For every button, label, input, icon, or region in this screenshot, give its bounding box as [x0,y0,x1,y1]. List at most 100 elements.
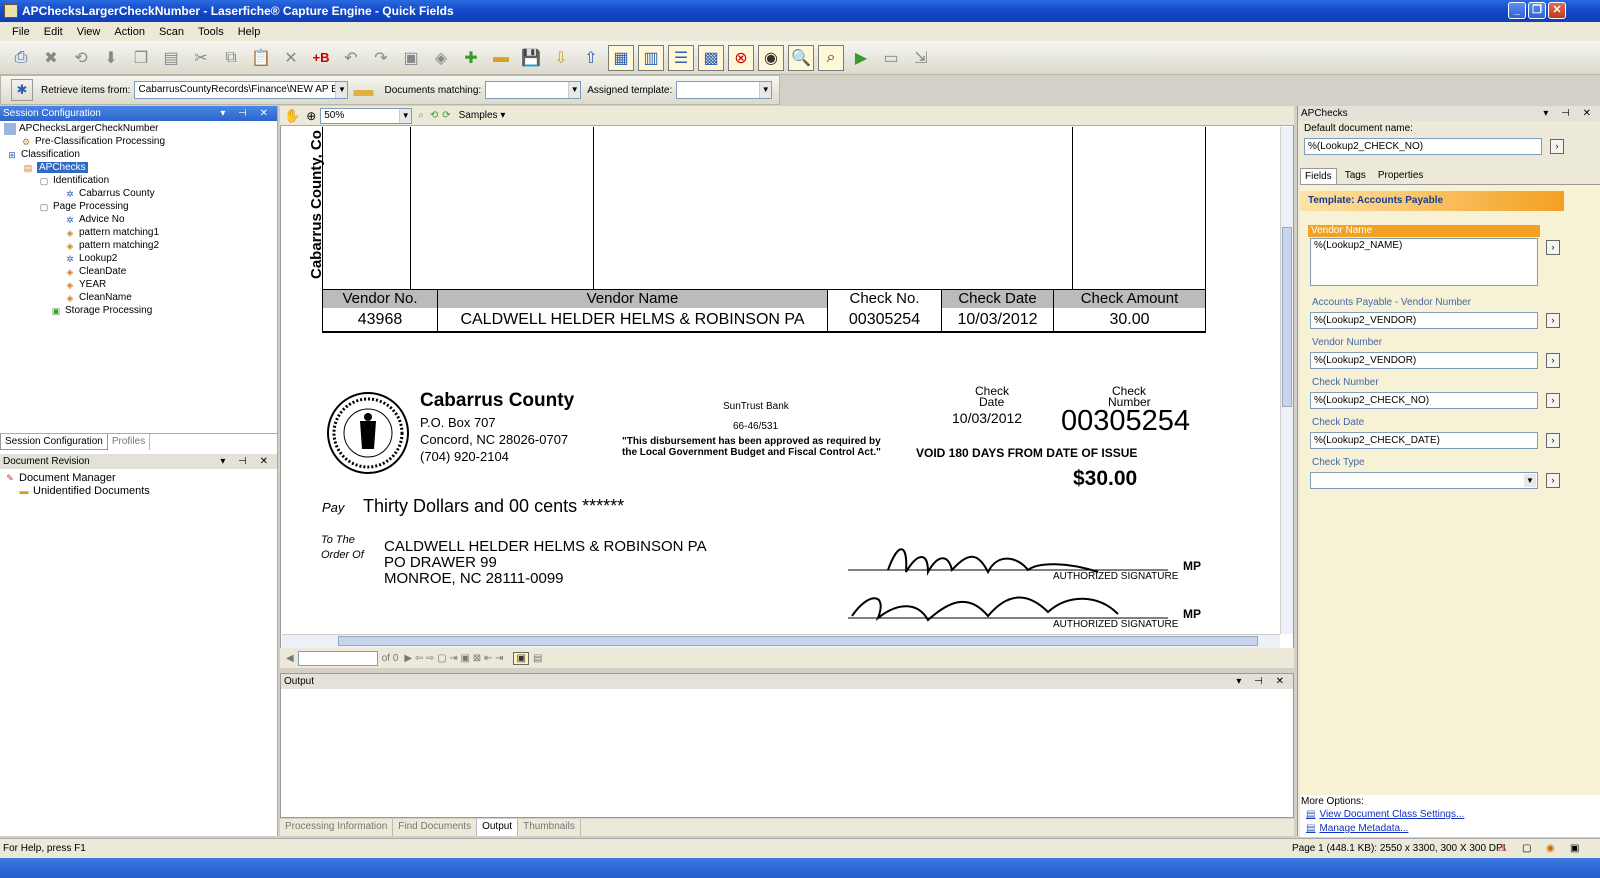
find-icon[interactable]: ⌕ [818,44,844,71]
zoom-fit-icon[interactable]: ⌕ [418,110,424,121]
zoom-combo[interactable]: 50% ▼ [320,107,413,124]
new-session-icon[interactable]: ✚ [458,45,484,71]
field-token-button[interactable]: › [1546,393,1560,408]
download-icon[interactable]: ⇩ [548,45,574,71]
panel-controls[interactable]: ▾ ⊣ ✕ [1543,106,1596,121]
chevron-down-icon[interactable]: ▼ [759,82,772,98]
insert-icon[interactable]: ⬇ [98,45,124,71]
menu-help[interactable]: Help [238,26,261,38]
scan-icon[interactable]: ⎙ [8,45,34,71]
split-icon[interactable]: ▤ [158,45,184,71]
chevron-down-icon[interactable]: ▼ [335,82,348,98]
tree-node-advice-no[interactable]: ✲ Advice No [64,213,124,226]
field-token-button[interactable]: › [1546,473,1560,488]
rotate-icon[interactable]: ⟲ [68,45,94,71]
menu-scan[interactable]: Scan [159,26,184,38]
tree-node-cabarrus[interactable]: ✲ Cabarrus County [64,187,154,200]
vertical-scrollbar[interactable] [1280,127,1293,634]
list-view-icon[interactable]: ▦ [608,44,634,71]
zoom-icon[interactable]: ⊕ [306,109,316,123]
field-check-date-input[interactable]: %(Lookup2_CHECK_DATE) [1310,432,1538,449]
assigned-template-combo[interactable]: ▼ [676,81,773,99]
copy-icon[interactable]: ⧉ [218,45,244,71]
tab-tags[interactable]: Tags [1337,168,1374,184]
delete-icon[interactable]: ✖ [38,45,64,71]
field-token-button[interactable]: › [1546,240,1560,255]
chevron-down-icon[interactable]: ▼ [1524,474,1536,487]
samples-menu[interactable]: Samples ▾ [459,110,506,121]
open-folder-icon[interactable]: ▬ [488,45,514,71]
tree-node-identification[interactable]: ▢ Identification [38,174,109,187]
strike-icon[interactable]: +B [308,45,334,71]
search-icon[interactable]: 🔍 [788,44,814,71]
retrieve-combo[interactable]: CabarrusCountyRecords\Finance\NEW AP Bat… [134,81,349,99]
hand-tool-icon[interactable]: ✋ [284,108,300,124]
panel-controls[interactable]: ▾ ⊣ ✕ [1236,674,1289,689]
tree-node-unidentified[interactable]: ▬ Unidentified Documents [18,484,150,497]
tree-node-pm1[interactable]: ◈ pattern matching1 [64,226,160,239]
next-page-icon[interactable]: ▶ ⇦ ⇨ ▢ ⇥ ▣ ⊠ ⇤ ⇥ [404,653,503,664]
field-token-button[interactable]: › [1546,433,1560,448]
field-ap-vendor-number-input[interactable]: %(Lookup2_VENDOR) [1310,312,1538,329]
tab-processing-information[interactable]: Processing Information [280,819,394,836]
default-doc-token-button[interactable]: › [1550,139,1564,154]
tree-node-document-manager[interactable]: ✎ Document Manager [4,471,115,484]
monitor-icon[interactable]: ▭ [878,45,904,71]
page-view-icon[interactable]: ▣ [513,651,529,665]
tree-node-cleanname[interactable]: ◈ CleanName [64,291,132,304]
grid-icon[interactable]: ▩ [698,44,724,71]
field-check-type-select[interactable]: ▼ [1310,472,1538,489]
menu-action[interactable]: Action [114,26,145,38]
redo-icon[interactable]: ↷ [368,45,394,71]
menu-file[interactable]: File [12,26,30,38]
stop-icon[interactable]: ⊗ [728,44,754,71]
restore-button[interactable]: ❐ [1528,2,1546,19]
menu-tools[interactable]: Tools [198,26,224,38]
manage-metadata-link[interactable]: ▤ Manage Metadata... [1306,823,1408,834]
run-icon[interactable]: ▶ [848,45,874,71]
tree-node-apchecks[interactable]: ▤ APChecks [22,161,88,174]
tree-node-root[interactable]: APChecksLargerCheckNumber [4,122,159,135]
panel-controls[interactable]: ▾ ⊣ ✕ [220,106,273,121]
minimize-button[interactable]: _ [1508,2,1526,19]
paste-icon[interactable]: 📋 [248,45,274,71]
view-doc-class-settings-link[interactable]: ▤ View Document Class Settings... [1306,809,1464,820]
first-page-icon[interactable]: ◀ [286,653,294,664]
tab-session-configuration[interactable]: Session Configuration [0,434,108,450]
undo-icon[interactable]: ↶ [338,45,364,71]
tab-thumbnails[interactable]: Thumbnails [518,819,581,836]
field-check-number-input[interactable]: %(Lookup2_CHECK_NO) [1310,392,1538,409]
tree-node-cleandate[interactable]: ◈ CleanDate [64,265,127,278]
tab-fields[interactable]: Fields [1300,168,1337,184]
rotate-left-icon[interactable]: ⟲ [430,110,438,121]
thumbnail-view-icon[interactable]: ▤ [533,653,542,664]
tree-node-preclass[interactable]: ⚙ Pre-Classification Processing [20,135,165,148]
columns-icon[interactable]: ▥ [638,44,664,71]
details-icon[interactable]: ☰ [668,44,694,71]
attach-icon[interactable]: ◈ [428,45,454,71]
tab-output[interactable]: Output [477,819,519,836]
chevron-down-icon[interactable]: ▼ [568,82,581,98]
horizontal-scrollbar[interactable] [282,634,1280,648]
scroll-thumb[interactable] [338,636,1258,646]
scroll-thumb[interactable] [1282,227,1292,407]
default-doc-name-input[interactable]: %(Lookup2_CHECK_NO) [1304,138,1542,155]
tab-profiles[interactable]: Profiles [108,434,151,450]
save-icon[interactable]: 💾 [518,45,544,71]
tab-properties[interactable]: Properties [1374,168,1428,184]
field-token-button[interactable]: › [1546,313,1560,328]
docs-matching-combo[interactable]: ▼ [485,81,582,99]
rotate-right-icon[interactable]: ⟳ [442,110,450,121]
tree-node-pm2[interactable]: ◈ pattern matching2 [64,239,160,252]
tree-node-classification[interactable]: ⊞ Classification [6,148,80,161]
close-button[interactable]: ✕ [1548,2,1566,19]
field-token-button[interactable]: › [1546,353,1560,368]
tree-node-storage[interactable]: ▣ Storage Processing [50,304,153,317]
tree-node-year[interactable]: ◈ YEAR [64,278,107,291]
settings-icon[interactable]: ✱ [11,79,33,101]
preview-icon[interactable]: ◉ [758,44,784,71]
cut-icon[interactable]: ✂ [188,45,214,71]
field-vendor-name-input[interactable]: %(Lookup2_NAME) [1310,238,1538,286]
panel-controls[interactable]: ▾ ⊣ ✕ [220,454,273,469]
export-icon[interactable]: ⇲ [908,45,934,71]
